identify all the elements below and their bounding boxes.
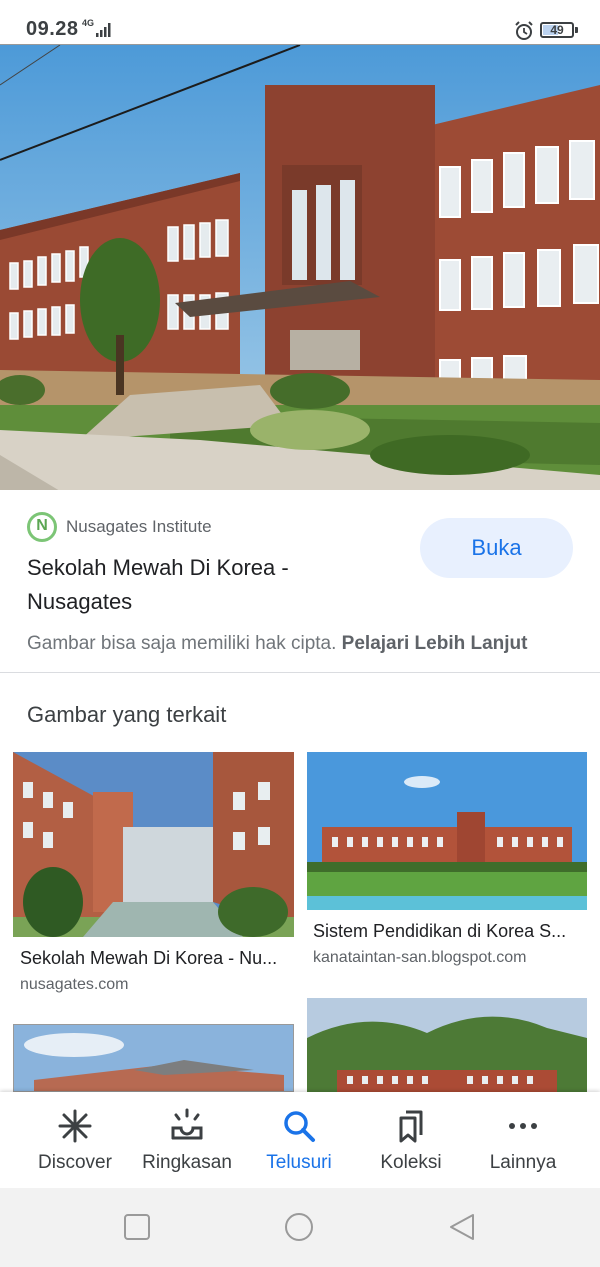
related-image-1[interactable]	[13, 752, 294, 937]
nav-label: Telusuri	[266, 1152, 332, 1173]
recent-apps-icon[interactable]	[122, 1212, 152, 1242]
more-icon	[509, 1123, 537, 1129]
related-images-heading: Gambar yang terkait	[27, 702, 227, 727]
related-image-3[interactable]	[13, 1024, 294, 1092]
related-source-2: kanataintan-san.blogspot.com	[313, 949, 527, 966]
hero-image[interactable]	[0, 44, 600, 490]
search-icon	[284, 1111, 315, 1142]
status-time: 09.28	[26, 18, 79, 40]
home-icon[interactable]	[284, 1212, 314, 1242]
copyright-text: Gambar bisa saja memiliki hak cipta.	[27, 633, 337, 654]
open-button[interactable]: Buka	[420, 518, 573, 578]
nav-lainnya[interactable]: Lainnya	[463, 1092, 583, 1188]
nav-koleksi[interactable]: Koleksi	[351, 1092, 471, 1188]
system-navigation-bar	[0, 1188, 600, 1267]
related-source-1: nusagates.com	[20, 976, 129, 993]
source-logo: N	[27, 512, 57, 542]
bookmarks-icon	[399, 1110, 423, 1143]
related-title-2[interactable]: Sistem Pendidikan di Korea S...	[313, 921, 566, 942]
back-icon[interactable]	[447, 1212, 477, 1242]
copyright-notice: Gambar bisa saja memiliki hak cipta. Pel…	[27, 633, 528, 655]
nav-telusuri[interactable]: Telusuri	[239, 1092, 359, 1188]
nav-label: Discover	[38, 1152, 112, 1173]
network-type: 4G	[82, 18, 95, 28]
source-name[interactable]: Nusagates Institute	[66, 517, 212, 537]
battery-icon: 49	[540, 22, 574, 38]
nav-ringkasan[interactable]: Ringkasan	[127, 1092, 247, 1188]
bottom-navigation: Discover Ringkasan Telusuri Koleksi Lain…	[0, 1092, 600, 1188]
nav-discover[interactable]: Discover	[15, 1092, 135, 1188]
sunrise-icon	[171, 1108, 203, 1140]
status-bar: 09.28 4G 49	[0, 0, 600, 44]
related-image-2[interactable]	[307, 752, 587, 910]
signal-bars-icon	[96, 23, 111, 37]
nav-label: Koleksi	[380, 1152, 442, 1173]
battery-level: 49	[550, 23, 564, 37]
related-image-4[interactable]	[307, 998, 587, 1092]
asterisk-icon	[58, 1109, 92, 1143]
alarm-clock-icon	[515, 21, 533, 40]
divider	[0, 672, 600, 673]
learn-more-link[interactable]: Pelajari Lebih Lanjut	[342, 633, 528, 654]
nav-label: Lainnya	[489, 1152, 557, 1173]
page-title[interactable]: Sekolah Mewah Di Korea - Nusagates	[27, 551, 347, 619]
related-title-1[interactable]: Sekolah Mewah Di Korea - Nu...	[20, 948, 277, 969]
nav-label: Ringkasan	[142, 1152, 232, 1173]
